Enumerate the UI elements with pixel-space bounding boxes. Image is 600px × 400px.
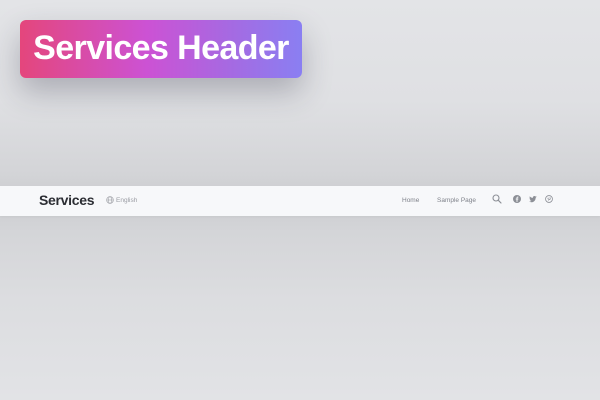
- search-icon[interactable]: [492, 194, 502, 204]
- facebook-icon[interactable]: [513, 195, 521, 203]
- language-label: English: [116, 196, 138, 204]
- language-switcher[interactable]: English: [106, 196, 137, 204]
- preview-title-badge: Services Header: [20, 20, 302, 78]
- pinterest-icon[interactable]: [545, 195, 553, 203]
- nav-item-sample-page[interactable]: Sample Page: [437, 197, 476, 204]
- site-title-link[interactable]: Services: [39, 192, 95, 208]
- nav-item-home[interactable]: Home: [402, 197, 419, 204]
- globe-icon: [106, 196, 114, 204]
- twitter-icon[interactable]: [529, 195, 537, 203]
- preview-title: Services Header: [33, 28, 289, 67]
- site-header: Services English Home Sample Page: [0, 186, 600, 216]
